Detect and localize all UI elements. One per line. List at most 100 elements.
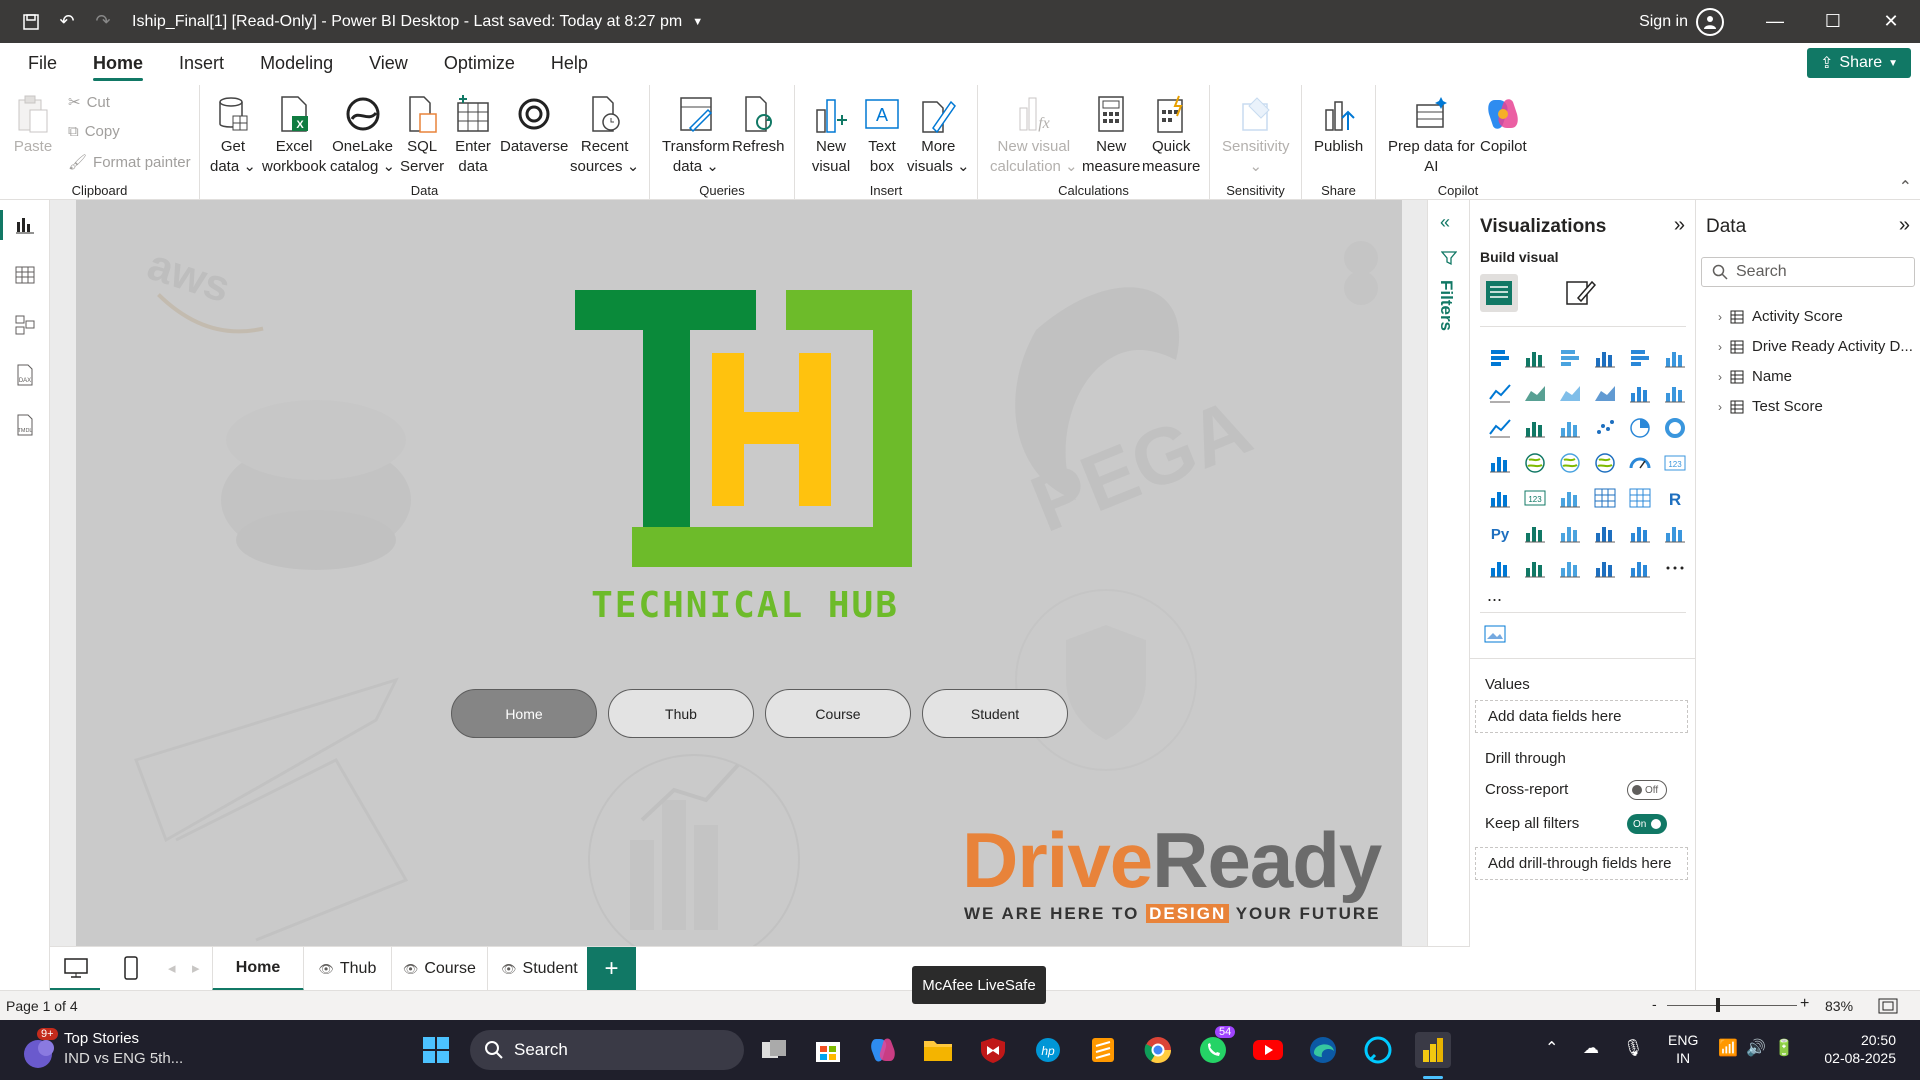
chrome-icon[interactable] (1140, 1032, 1176, 1068)
filters-label[interactable]: Filters (1436, 280, 1456, 331)
line-column-visual-icon[interactable] (1622, 375, 1657, 410)
format-visual-tab-icon[interactable] (1564, 276, 1597, 312)
menu-view[interactable]: View (351, 43, 426, 85)
sensitivity-button[interactable]: Sensitivity ⌄ (1222, 91, 1290, 177)
scatter-visual-icon[interactable] (1587, 410, 1622, 445)
whatsapp-icon[interactable]: 54 (1195, 1026, 1236, 1068)
clustered-bar-visual-icon[interactable] (1552, 340, 1587, 375)
enter-data-button[interactable]: Enter data (452, 91, 494, 177)
refresh-button[interactable]: Refresh (732, 91, 785, 157)
get-data-button[interactable]: Get data ⌄ (210, 91, 256, 177)
azure-data-visual-icon[interactable] (1622, 550, 1657, 585)
quick-measure-button[interactable]: Quick measure (1142, 91, 1200, 177)
azure-map-visual-icon[interactable] (1587, 445, 1622, 480)
new-visual-button[interactable]: New visual (810, 91, 852, 177)
report-view-icon[interactable] (10, 210, 40, 240)
nav-course-button[interactable]: Course (765, 689, 911, 738)
copilot-button[interactable]: Copilot (1480, 91, 1527, 157)
data-table-item[interactable]: › Drive Ready Activity D... (1718, 338, 1913, 355)
drill-through-drop-zone[interactable]: Add drill-through fields here (1475, 847, 1688, 880)
multi-row-card-visual-icon[interactable] (1482, 480, 1517, 515)
100-column-visual-icon[interactable] (1657, 340, 1692, 375)
line-clustered-visual-icon[interactable] (1657, 375, 1692, 410)
dax-query-view-icon[interactable]: DAX (10, 360, 40, 390)
menu-modeling[interactable]: Modeling (242, 43, 351, 85)
undo-icon[interactable]: ↶ (52, 7, 82, 37)
taskbar-search-box[interactable]: Search (470, 1030, 744, 1070)
zoom-in-button[interactable]: + (1800, 995, 1809, 1013)
metrics-visual-icon[interactable] (1587, 550, 1622, 585)
expand-chevron-icon[interactable]: › (1718, 370, 1722, 384)
close-button[interactable]: ✕ (1862, 0, 1920, 43)
map-visual-icon[interactable] (1517, 445, 1552, 480)
stacked-column-visual-icon[interactable] (1517, 340, 1552, 375)
news-subtitle[interactable]: IND vs ENG 5th... (64, 1050, 183, 1067)
goals-visual-icon[interactable] (1657, 515, 1692, 550)
page-tab-student[interactable]: 👁 Student (488, 947, 592, 991)
zoom-out-button[interactable]: - (1652, 996, 1657, 1012)
slicer-visual-icon[interactable] (1552, 480, 1587, 515)
waterfall-visual-icon[interactable] (1517, 410, 1552, 445)
onedrive-offline-icon[interactable]: ☁ (1583, 1038, 1599, 1058)
cut-button[interactable]: ✂ Cut (68, 93, 110, 112)
paste-button[interactable]: Paste (12, 91, 54, 157)
sql-server-button[interactable]: SQL Server (400, 91, 444, 177)
narrative-visual-icon[interactable] (1622, 515, 1657, 550)
news-widget-icon[interactable]: 9+ (20, 1028, 60, 1070)
account-avatar-icon[interactable] (1696, 7, 1724, 36)
100-area-visual-icon[interactable] (1587, 375, 1622, 410)
mobile-layout-icon[interactable] (122, 955, 140, 985)
decomposition-tree-visual-icon[interactable] (1552, 515, 1587, 550)
power-automate-visual-icon[interactable] (1552, 550, 1587, 585)
hp-icon[interactable]: hp (1030, 1032, 1066, 1068)
r-script-visual-icon[interactable]: R (1657, 480, 1692, 515)
100-bar-visual-icon[interactable] (1622, 340, 1657, 375)
data-search-input[interactable]: Search (1701, 257, 1915, 287)
copilot-app-icon[interactable] (865, 1032, 901, 1068)
maximize-button[interactable]: ☐ (1804, 0, 1862, 43)
donut-visual-icon[interactable] (1657, 410, 1692, 445)
publish-button[interactable]: Publish (1314, 91, 1363, 157)
matrix-visual-icon[interactable] (1622, 480, 1657, 515)
text-box-button[interactable]: A Text box (861, 91, 903, 177)
qa-visual-icon[interactable] (1587, 515, 1622, 550)
nav-home-button[interactable]: Home (451, 689, 597, 738)
collapse-ribbon-icon[interactable]: ⌃ (1899, 177, 1912, 197)
data-table-item[interactable]: › Name (1718, 368, 1792, 385)
windows-start-icon[interactable] (418, 1032, 454, 1068)
nav-student-button[interactable]: Student (922, 689, 1068, 738)
sublime-text-icon[interactable] (1085, 1032, 1121, 1068)
onelake-catalog-button[interactable]: OneLake catalog ⌄ (330, 91, 395, 177)
data-table-item[interactable]: › Activity Score (1718, 308, 1843, 325)
format-painter-button[interactable]: 🖌 Format painter (68, 153, 191, 172)
minimize-button[interactable]: — (1746, 0, 1804, 43)
menu-file[interactable]: File (10, 43, 75, 85)
transform-data-button[interactable]: Transform data ⌄ (662, 91, 730, 177)
more-visuals-ellipsis[interactable]: ... (1487, 585, 1502, 606)
zoom-slider-thumb[interactable] (1716, 998, 1720, 1012)
filled-map-visual-icon[interactable] (1552, 445, 1587, 480)
microsoft-store-icon[interactable] (810, 1032, 846, 1068)
cross-report-toggle[interactable]: Off (1627, 780, 1667, 800)
zoom-slider[interactable] (1667, 1005, 1797, 1006)
stacked-bar-visual-icon[interactable] (1482, 340, 1517, 375)
card-visual-icon[interactable]: 123 (1657, 445, 1692, 480)
power-bi-taskbar-icon[interactable] (1415, 1032, 1451, 1068)
sign-in-link[interactable]: Sign in (1639, 13, 1688, 31)
page-tab-home[interactable]: Home (212, 947, 304, 991)
filters-pane-collapsed[interactable]: « Filters (1427, 200, 1469, 946)
funnel-visual-icon[interactable] (1552, 410, 1587, 445)
scroll-tabs-right-icon[interactable]: ▸ (192, 959, 200, 977)
recent-sources-button[interactable]: Recent sources ⌄ (570, 91, 639, 177)
table-visual-icon[interactable] (1587, 480, 1622, 515)
kpi-visual-icon[interactable]: 123 (1517, 480, 1552, 515)
page-tab-thub[interactable]: 👁 Thub (304, 947, 392, 991)
microphone-icon[interactable]: 🎙 (1623, 1038, 1643, 1058)
more-visuals-button[interactable]: More visuals ⌄ (907, 91, 970, 177)
mcafee-icon[interactable] (975, 1032, 1011, 1068)
alexa-icon[interactable] (1360, 1032, 1396, 1068)
save-icon[interactable] (16, 7, 46, 37)
treemap-visual-icon[interactable] (1482, 445, 1517, 480)
excel-workbook-button[interactable]: X Excel workbook (262, 91, 326, 177)
pie-visual-icon[interactable] (1622, 410, 1657, 445)
